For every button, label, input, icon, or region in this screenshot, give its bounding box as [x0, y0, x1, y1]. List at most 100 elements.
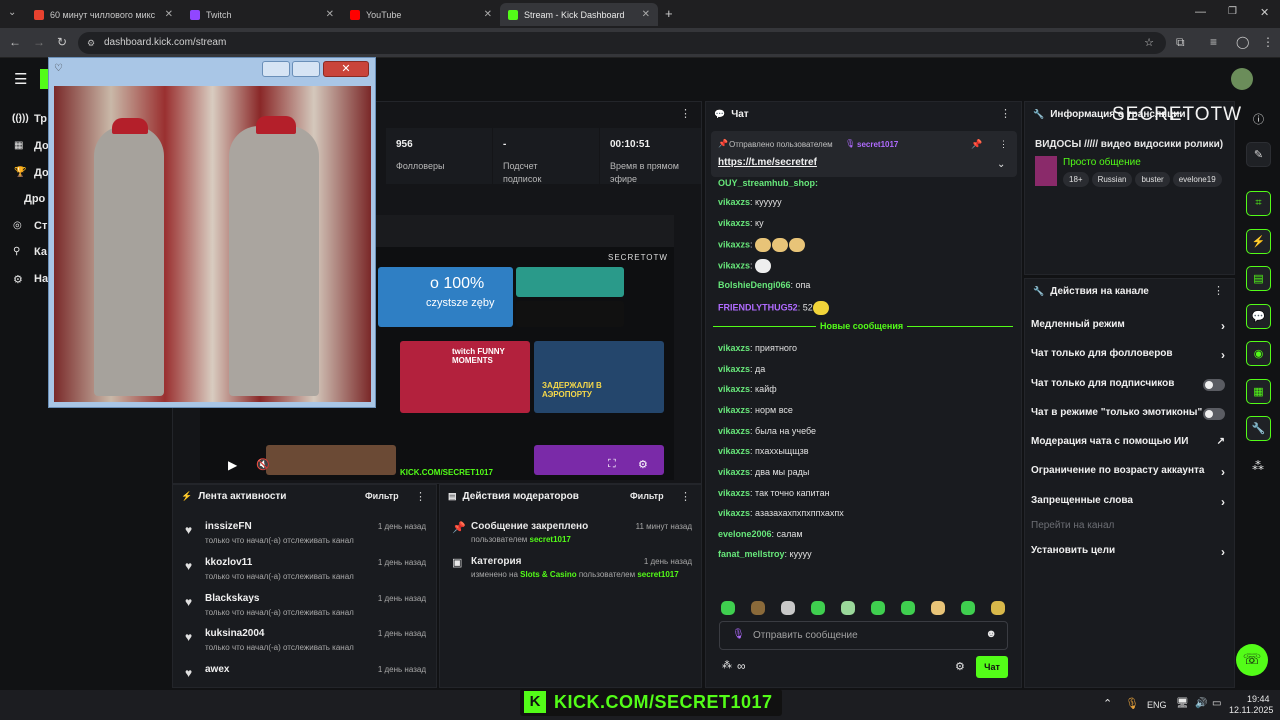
battery-icon[interactable]: ▭: [1212, 698, 1221, 709]
sidebar-item-label-3[interactable]: Дро: [24, 193, 45, 205]
emote-button[interactable]: [871, 601, 885, 615]
channel-action-ai-moderation[interactable]: Модерация чата с помощью ИИ ↗: [1031, 436, 1231, 458]
tab-4[interactable]: Stream - Kick Dashboard ✕: [500, 3, 658, 26]
restore-window-icon[interactable]: ❐: [1228, 6, 1237, 17]
browser-menu-icon[interactable]: ⋮: [1262, 35, 1274, 49]
chat-username[interactable]: vikaxzs: [718, 426, 750, 436]
chat-username[interactable]: vikaxzs: [718, 239, 750, 249]
mod-actions-filter-button[interactable]: Фильтр: [630, 491, 664, 501]
bookmark-star-icon[interactable]: ☆: [1144, 32, 1154, 54]
tag[interactable]: Russian: [1091, 172, 1133, 187]
mod-action-user[interactable]: secret1017: [530, 535, 571, 544]
chat-username[interactable]: vikaxzs: [718, 384, 750, 394]
channel-action-banned-words[interactable]: Запрещенные слова ›: [1031, 495, 1231, 517]
forward-icon[interactable]: →: [33, 35, 45, 49]
tray-chevron-up-icon[interactable]: ⌃: [1103, 697, 1112, 710]
close-tab-icon[interactable]: ✕: [326, 9, 334, 20]
mod-action-category[interactable]: Slots & Casino: [520, 570, 576, 579]
window-close-button[interactable]: ✕: [323, 61, 369, 77]
info-icon[interactable]: ⓘ: [1253, 111, 1264, 127]
chat-button[interactable]: 💬: [1246, 304, 1271, 329]
notes-button[interactable]: ▤: [1246, 266, 1271, 291]
chat-username[interactable]: vikaxzs: [718, 467, 750, 477]
sidebar-item-label-6[interactable]: На: [34, 273, 48, 285]
channel-action-set-goals[interactable]: Установить цели ›: [1031, 545, 1231, 567]
tag[interactable]: 18+: [1063, 172, 1089, 187]
chat-send-button[interactable]: Чат: [976, 656, 1008, 678]
channel-action-followers-only[interactable]: Чат только для фолловеров ›: [1031, 348, 1231, 370]
sidebar-item-label-5[interactable]: Ка: [34, 246, 47, 258]
emote-button[interactable]: [781, 601, 795, 615]
new-tab-icon[interactable]: +: [665, 6, 673, 21]
chat-username[interactable]: evelone2006: [718, 529, 772, 539]
emote-button[interactable]: [811, 601, 825, 615]
kick-points-icon[interactable]: ⁂: [722, 660, 732, 671]
url-field[interactable]: ⚙ dashboard.kick.com/stream ☆: [78, 32, 1166, 54]
volume-icon[interactable]: 🔊: [1195, 698, 1207, 709]
support-chat-button[interactable]: ☏: [1236, 644, 1268, 676]
chat-menu-icon[interactable]: ⋮: [1000, 107, 1011, 120]
window-minimize-button[interactable]: [262, 61, 290, 77]
chat-username[interactable]: vikaxzs: [718, 446, 750, 456]
edit-button[interactable]: ✎: [1246, 142, 1271, 167]
hamburger-menu-icon[interactable]: ☰: [14, 70, 27, 88]
activity-menu-icon[interactable]: ⋮: [415, 490, 426, 503]
sidebar-item-label-2[interactable]: До: [34, 167, 49, 179]
network-icon[interactable]: 🖥: [1176, 698, 1189, 709]
chat-username[interactable]: vikaxzs: [718, 343, 750, 353]
settings-icon[interactable]: ⚙: [638, 458, 648, 471]
stream-panel-menu-icon[interactable]: ⋮: [680, 107, 691, 120]
mod-action-user[interactable]: secret1017: [637, 570, 678, 579]
emote-button[interactable]: [991, 601, 1005, 615]
stream-category[interactable]: Просто общение: [1063, 157, 1141, 168]
chat-username[interactable]: vikaxzs: [718, 508, 750, 518]
tab-search-icon[interactable]: ⌄: [8, 7, 16, 18]
emote-button[interactable]: [961, 601, 975, 615]
follower-name[interactable]: Blackskays: [205, 593, 260, 604]
lightning-button[interactable]: ⚡: [1246, 229, 1271, 254]
clip-button[interactable]: ⌗: [1246, 191, 1271, 216]
channel-action-age-restriction[interactable]: Ограничение по возрасту аккаунта ›: [1031, 465, 1231, 487]
language-indicator[interactable]: ENG: [1147, 700, 1167, 710]
chat-username[interactable]: vikaxzs: [718, 197, 750, 207]
activity-filter-button[interactable]: Фильтр: [365, 491, 399, 501]
follower-name[interactable]: awex: [205, 664, 229, 675]
chat-username[interactable]: vikaxzs: [718, 218, 750, 228]
tag[interactable]: buster: [1135, 172, 1170, 187]
tab-1[interactable]: 60 минут чиллового микс ✕: [26, 3, 181, 26]
heart-icon[interactable]: ♡: [54, 63, 63, 74]
chat-settings-icon[interactable]: ⚙: [955, 660, 965, 673]
clock-time[interactable]: 19:44: [1247, 694, 1270, 704]
emote-button[interactable]: [901, 601, 915, 615]
emote-button[interactable]: [841, 601, 855, 615]
follower-name[interactable]: kkozlov11: [205, 557, 252, 568]
reload-icon[interactable]: ↻: [57, 35, 67, 49]
chat-username[interactable]: fanat_mellstroy: [718, 549, 785, 559]
follower-name[interactable]: kuksina2004: [205, 628, 265, 639]
emote-button[interactable]: [931, 601, 945, 615]
chat-username[interactable]: vikaxzs: [718, 364, 750, 374]
chat-username[interactable]: vikaxzs: [718, 405, 750, 415]
follower-name[interactable]: inssizeFN: [205, 521, 252, 532]
chat-username[interactable]: vikaxzs: [718, 488, 750, 498]
emoji-picker-icon[interactable]: ☻: [985, 628, 997, 640]
chat-username[interactable]: BolshieDengi066: [718, 280, 791, 290]
extensions-icon[interactable]: ⧉: [1176, 35, 1185, 50]
clock-date[interactable]: 12.11.2025: [1229, 705, 1273, 715]
broadcast-button[interactable]: ◉: [1246, 341, 1271, 366]
tools-button[interactable]: 🔧: [1246, 416, 1271, 441]
sidebar-item-label-0[interactable]: Тр: [34, 113, 47, 125]
subscribers-only-toggle[interactable]: [1203, 379, 1225, 391]
emote-button[interactable]: [751, 601, 765, 615]
more-icon[interactable]: ⁂: [1252, 459, 1264, 473]
channel-actions-menu-icon[interactable]: ⋮: [1213, 284, 1224, 297]
emote-only-toggle[interactable]: [1203, 408, 1225, 420]
sidebar-item-label-1[interactable]: До: [34, 140, 49, 152]
tag[interactable]: evelone19: [1172, 172, 1222, 187]
avatar[interactable]: [1231, 68, 1253, 90]
play-icon[interactable]: ▶: [228, 458, 237, 472]
mod-actions-menu-icon[interactable]: ⋮: [680, 490, 691, 503]
fullscreen-icon[interactable]: ⛶: [608, 458, 616, 471]
close-tab-icon[interactable]: ✕: [642, 9, 650, 20]
unpin-icon[interactable]: 📌: [971, 139, 982, 150]
